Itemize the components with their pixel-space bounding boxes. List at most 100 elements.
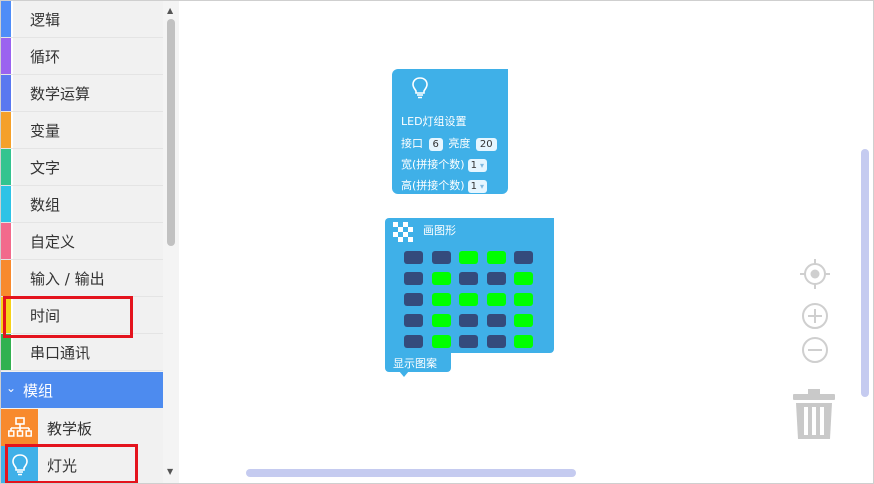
sidebar-scroll-thumb[interactable]: [167, 19, 175, 246]
led-width-row: 宽(拼接个数) 1 ▾: [401, 156, 487, 172]
led-cell-off[interactable]: [486, 335, 506, 348]
led-cell-off[interactable]: [404, 335, 423, 348]
category-strip-divider: [11, 75, 13, 111]
category-strip-divider: [11, 260, 13, 296]
category-item[interactable]: 逻辑: [1, 1, 163, 38]
toolbox-sidebar: 串口通讯 时间 输入 / 输出 自定义 数组 文字 变量 数学运算 循环 逻辑 ⌄ 模组 教学板: [1, 1, 163, 483]
category-color-strip: [1, 149, 11, 185]
width-label: 宽(拼接个数): [401, 158, 465, 171]
width-dropdown[interactable]: 1 ▾: [467, 159, 487, 172]
category-color-strip: [1, 112, 11, 148]
led-cell-on[interactable]: [459, 251, 478, 264]
highlight-box-time: [3, 296, 133, 338]
height-label: 高(拼接个数): [401, 179, 465, 192]
scroll-down-arrow-icon[interactable]: ▼: [167, 467, 173, 476]
category-group-modules[interactable]: ⌄ 模组: [1, 372, 163, 408]
category-strip-divider: [11, 334, 13, 370]
category-label: 数学运算: [30, 84, 91, 103]
category-item[interactable]: 数学运算: [1, 75, 163, 112]
category-color-strip: [1, 334, 11, 370]
category-item[interactable]: 文字: [1, 149, 163, 186]
led-cell-on[interactable]: [459, 293, 478, 306]
scroll-up-arrow-icon[interactable]: ▲: [167, 6, 173, 15]
height-value: 1: [470, 181, 477, 192]
led-cell-off[interactable]: [404, 272, 423, 285]
led-cell-on[interactable]: [514, 272, 533, 285]
led-cell-off[interactable]: [459, 272, 478, 285]
led-height-row: 高(拼接个数) 1 ▾: [401, 177, 487, 193]
led-cell-on[interactable]: [486, 293, 506, 306]
category-color-strip: [1, 1, 11, 37]
hierarchy-icon: [1, 409, 38, 446]
led-cell-off[interactable]: [431, 251, 451, 264]
led-cell-on[interactable]: [431, 335, 451, 348]
category-label: 输入 / 输出: [30, 269, 105, 288]
chevron-down-icon: ⌄: [6, 381, 17, 395]
category-item[interactable]: 串口通讯: [1, 334, 163, 371]
category-label: 循环: [30, 47, 61, 66]
checkerboard-icon: [393, 222, 413, 242]
led-port-row: 接口 6 亮度 20: [401, 135, 499, 151]
category-strip-divider: [11, 112, 13, 148]
highlight-box-light: [5, 444, 138, 483]
crosshair-icon[interactable]: [799, 258, 831, 294]
dropdown-arrow-icon: ▾: [479, 182, 484, 191]
port-label: 接口: [401, 137, 423, 150]
brightness-label: 亮度: [448, 137, 471, 150]
category-color-strip: [1, 75, 11, 111]
zoom-in-icon[interactable]: [801, 302, 829, 334]
show-pattern-label: 显示图案: [393, 357, 437, 370]
led-cell-off[interactable]: [404, 251, 423, 264]
category-item[interactable]: 循环: [1, 38, 163, 75]
led-cell-on[interactable]: [431, 293, 451, 306]
width-value: 1: [470, 160, 477, 171]
category-strip-divider: [11, 1, 13, 37]
trash-icon[interactable]: [793, 389, 835, 445]
led-cell-on[interactable]: [431, 272, 451, 285]
height-dropdown[interactable]: 1 ▾: [467, 180, 487, 193]
led-cell-on[interactable]: [431, 314, 451, 327]
category-item[interactable]: 数组: [1, 186, 163, 223]
led-cell-on[interactable]: [514, 293, 533, 306]
group-label: 模组: [23, 382, 54, 400]
draw-shape-title: 画图形: [423, 224, 456, 237]
brightness-value-field[interactable]: 20: [475, 138, 497, 151]
led-cell-on[interactable]: [514, 314, 533, 327]
led-cell-off[interactable]: [486, 314, 506, 327]
category-label: 变量: [30, 121, 61, 140]
led-cell-on[interactable]: [486, 251, 506, 264]
led-block-title: LED灯组设置: [401, 115, 467, 128]
led-cell-off[interactable]: [404, 314, 423, 327]
zoom-out-icon[interactable]: [801, 336, 829, 368]
show-pattern-block[interactable]: 显示图案: [385, 353, 451, 377]
category-strip-divider: [11, 149, 13, 185]
category-item[interactable]: 自定义: [1, 223, 163, 260]
draw-shape-block[interactable]: 画图形: [385, 218, 554, 353]
category-color-strip: [1, 260, 11, 296]
led-cell-off[interactable]: [404, 293, 423, 306]
workspace-horizontal-scrollbar[interactable]: [246, 469, 576, 477]
category-strip-divider: [11, 186, 13, 222]
port-value-field[interactable]: 6: [428, 138, 443, 151]
workspace-vertical-scrollbar[interactable]: [861, 149, 869, 397]
editor-frame: 串口通讯 时间 输入 / 输出 自定义 数组 文字 变量 数学运算 循环 逻辑 ⌄ 模组 教学板: [0, 0, 874, 484]
category-item[interactable]: 输入 / 输出: [1, 260, 163, 297]
led-cell-off[interactable]: [459, 314, 478, 327]
led-cell-off[interactable]: [486, 272, 506, 285]
subcategory-label: 教学板: [47, 420, 93, 438]
category-strip-divider: [11, 223, 13, 259]
category-color-strip: [1, 223, 11, 259]
dropdown-arrow-icon: ▾: [479, 161, 484, 170]
category-strip-divider: [11, 38, 13, 74]
category-label: 自定义: [30, 232, 76, 251]
led-cell-off[interactable]: [514, 251, 533, 264]
led-cell-off[interactable]: [459, 335, 478, 348]
led-cell-on[interactable]: [514, 335, 533, 348]
category-label: 逻辑: [30, 10, 61, 29]
category-color-strip: [1, 186, 11, 222]
category-label: 文字: [30, 158, 61, 177]
category-item[interactable]: 变量: [1, 112, 163, 149]
subcategory-teaching-board[interactable]: 教学板: [1, 409, 163, 446]
led-setup-block[interactable]: LED灯组设置 接口 6 亮度 20 宽(拼接个数) 1 ▾ 高(拼接个数) 1 ▾: [392, 69, 508, 194]
category-label: 数组: [30, 195, 61, 214]
